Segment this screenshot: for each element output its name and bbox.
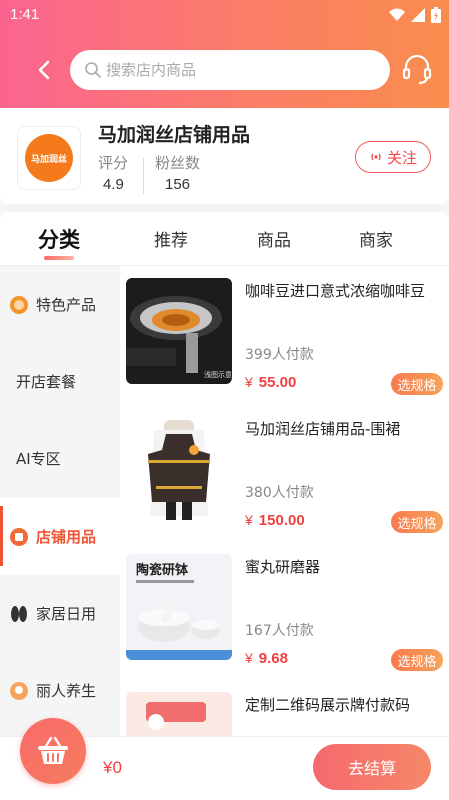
tab-active-indicator (44, 256, 74, 260)
product-image-qr-stand[interactable] (126, 692, 232, 736)
price-value: 150.00 (258, 512, 305, 529)
category-sidebar: 特色产品 开店套餐 AI专区 店铺用品 家居日用 丽人养生 (0, 266, 120, 736)
status-icons (389, 7, 441, 23)
product-card[interactable]: 陶瓷研钵 蜜丸研磨器 167人付款 ¥9.68 选规格 (120, 542, 449, 680)
product-sold-count: 167人付款 (245, 623, 314, 639)
product-card[interactable]: 定制二维码展示牌付款码 (120, 680, 449, 736)
battery-icon (431, 7, 441, 23)
sidebar-item-beauty-wellness[interactable]: 丽人养生 (0, 652, 120, 729)
product-title: 马加润丝店铺用品-围裙 (245, 420, 401, 438)
tab-merchant[interactable]: 商家 (331, 226, 421, 251)
product-card[interactable]: 浅图示意 咖啡豆进口意式浓缩咖啡豆 399人付款 ¥55.00 选规格 (120, 266, 449, 404)
rating-value: 4.9 (103, 176, 124, 193)
store-logo[interactable]: 马加润丝 (17, 126, 81, 190)
header: 1:41 (0, 0, 449, 108)
store-logo-badge: 马加润丝 (25, 134, 73, 182)
sidebar-item-home-daily[interactable]: 家居日用 (0, 575, 120, 652)
status-bar: 1:41 (0, 0, 449, 32)
product-sold-count: 399人付款 (245, 347, 314, 363)
image-title: 陶瓷研钵 (136, 562, 189, 578)
basket-icon (38, 736, 68, 764)
product-image-coffee[interactable]: 浅图示意 (126, 278, 232, 384)
product-price: ¥150.00 (245, 512, 305, 529)
select-spec-button[interactable]: 选规格 (391, 511, 443, 533)
search-input[interactable] (106, 61, 366, 79)
broadcast-icon (371, 153, 381, 161)
currency-symbol: ¥ (245, 374, 253, 390)
product-list: 浅图示意 咖啡豆进口意式浓缩咖啡豆 399人付款 ¥55.00 选规格 马加润丝… (120, 266, 449, 736)
chevron-left-icon (38, 60, 50, 80)
sidebar-item-label: 特色产品 (36, 296, 97, 314)
product-price: ¥55.00 (245, 374, 296, 391)
product-title: 蜜丸研磨器 (245, 558, 321, 576)
select-spec-button[interactable]: 选规格 (391, 373, 443, 395)
slippers-icon (8, 603, 30, 625)
select-spec-button[interactable]: 选规格 (391, 649, 443, 671)
product-title: 咖啡豆进口意式浓缩咖啡豆 (245, 282, 426, 300)
store-name: 马加润丝店铺用品 (98, 124, 251, 146)
search-icon (85, 62, 101, 78)
cart-button[interactable] (20, 718, 86, 784)
back-button[interactable] (30, 56, 58, 84)
sidebar-item-label: 丽人养生 (36, 682, 97, 700)
product-sold-count: 380人付款 (245, 485, 314, 501)
sidebar-item-label: 家居日用 (36, 605, 97, 623)
product-image-mortar[interactable]: 陶瓷研钵 (126, 554, 232, 660)
tab-recommend[interactable]: 推荐 (126, 226, 216, 251)
price-value: 9.68 (258, 650, 288, 667)
tab-bar: 分类 推荐 商品 商家 (0, 212, 449, 266)
feature-badge-icon (8, 294, 30, 316)
rating-label: 评分 (98, 154, 129, 172)
image-caption: 浅图示意 (204, 370, 232, 379)
store-card: 马加润丝 马加润丝店铺用品 评分 4.9 粉丝数 156 关注 (0, 108, 449, 204)
sidebar-item-shop-supplies[interactable]: 店铺用品 (0, 498, 120, 575)
product-title: 定制二维码展示牌付款码 (245, 696, 411, 714)
beauty-icon (8, 680, 30, 702)
search-box[interactable] (70, 50, 390, 90)
price-value: 55.00 (258, 374, 297, 391)
store-logo-text: 马加润丝 (30, 154, 67, 165)
tab-products[interactable]: 商品 (229, 226, 319, 251)
currency-symbol: ¥ (245, 512, 253, 528)
shop-supplies-icon (8, 526, 30, 548)
customer-service-icon[interactable] (400, 52, 434, 86)
signal-icon (411, 8, 425, 22)
sidebar-item-starter-package[interactable]: 开店套餐 (0, 343, 120, 420)
sidebar-item-label: AI专区 (16, 450, 61, 468)
product-card[interactable]: 马加润丝店铺用品-围裙 380人付款 ¥150.00 选规格 (120, 404, 449, 542)
status-time: 1:41 (10, 6, 40, 23)
stat-divider (143, 158, 144, 194)
wifi-icon (389, 8, 405, 21)
product-image-apron[interactable] (126, 416, 232, 522)
follow-button[interactable]: 关注 (355, 141, 431, 173)
checkout-button[interactable]: 去结算 (313, 744, 431, 790)
cart-total: ¥0 (103, 758, 122, 777)
currency-symbol: ¥ (245, 650, 253, 666)
sidebar-item-ai-zone[interactable]: AI专区 (0, 420, 120, 497)
sidebar-item-featured[interactable]: 特色产品 (0, 266, 120, 343)
sidebar-item-label: 开店套餐 (16, 373, 77, 391)
sidebar-item-label: 店铺用品 (36, 528, 97, 546)
product-price: ¥9.68 (245, 650, 288, 667)
tab-category[interactable]: 分类 (14, 224, 104, 254)
fans-label: 粉丝数 (155, 154, 201, 172)
follow-label: 关注 (386, 148, 417, 167)
fans-value: 156 (165, 176, 191, 193)
